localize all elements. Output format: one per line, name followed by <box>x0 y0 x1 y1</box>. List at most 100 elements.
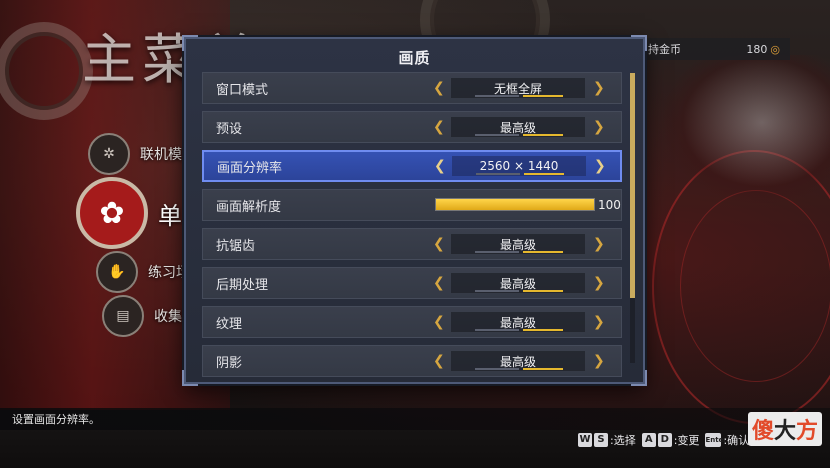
option-indicator <box>475 95 519 97</box>
coin-counter: 持金币 180 ◎ <box>640 38 790 60</box>
arrow-left-icon[interactable]: ❮ <box>433 354 445 368</box>
setting-label: 画面解析度 <box>216 199 282 215</box>
option-indicator <box>475 251 519 253</box>
option-indicator <box>475 290 519 292</box>
arrow-right-icon[interactable]: ❯ <box>593 81 605 95</box>
key-label-text: 确认 <box>727 434 750 447</box>
resolution-scale-slider[interactable] <box>435 198 595 211</box>
coin-label: 持金币 <box>648 43 681 56</box>
key-d-icon: D <box>657 433 672 447</box>
option-indicator-active <box>523 329 563 331</box>
key-w-icon: W <box>578 433 592 447</box>
setting-row[interactable]: 窗口模式 ❮ 无框全屏 ❯ <box>202 72 622 104</box>
hint-bar: 设置画面分辨率。 <box>0 408 830 430</box>
option-indicator-active <box>524 173 564 175</box>
watermark-char: 傻 <box>751 419 774 444</box>
settings-list: 窗口模式 ❮ 无框全屏 ❯ 预设 ❮ 最高级 ❯ 画面分辨率 ❮ 2560 × 1440 ❯ 画面解析度… <box>202 72 622 384</box>
arrow-right-icon[interactable]: ❯ <box>593 276 605 290</box>
arrow-left-icon[interactable]: ❮ <box>433 237 445 251</box>
option-indicator <box>475 134 519 136</box>
setting-value-box: 最高级 <box>451 234 585 254</box>
setting-label: 画面分辨率 <box>217 160 283 176</box>
watermark-logo: 傻 大 方 <box>747 412 822 446</box>
setting-label: 纹理 <box>216 316 243 332</box>
slider-value: 100 <box>598 198 621 212</box>
arrow-left-icon[interactable]: ❮ <box>433 120 445 134</box>
arrow-left-icon[interactable]: ❮ <box>433 276 445 290</box>
option-indicator-active <box>523 290 563 292</box>
arrow-right-icon[interactable]: ❯ <box>594 159 606 173</box>
option-indicator <box>475 329 519 331</box>
key-guide: W S :选择 A D :变更 Enter :确认 <box>578 432 755 448</box>
frame-corner <box>182 370 198 386</box>
character-art <box>660 55 830 205</box>
arrow-right-icon[interactable]: ❯ <box>593 237 605 251</box>
network-icon: ✲ <box>88 133 130 175</box>
side-menu-item-single[interactable]: ✿ 单 <box>76 177 182 249</box>
setting-row[interactable]: 纹理 ❮ 最高级 ❯ <box>202 306 622 338</box>
arrow-left-icon[interactable]: ❮ <box>433 315 445 329</box>
setting-label: 抗锯齿 <box>216 238 256 254</box>
setting-value-box: 2560 × 1440 <box>452 156 586 176</box>
coin-value: 180 <box>746 42 768 56</box>
setting-label: 预设 <box>216 121 243 137</box>
frame-corner <box>631 370 647 386</box>
key-s-icon: S <box>594 433 608 447</box>
side-menu-item-online[interactable]: ✲ 联机模式 <box>88 133 196 175</box>
setting-row[interactable]: 画面解析度 100 <box>202 189 622 221</box>
arrow-right-icon[interactable]: ❯ <box>593 315 605 329</box>
slider-fill <box>436 199 594 210</box>
arrow-left-icon[interactable]: ❮ <box>434 159 446 173</box>
watermark-char: 方 <box>795 419 818 444</box>
setting-value: 2560 × 1440 <box>479 159 559 173</box>
setting-value: 无框全屏 <box>493 81 542 96</box>
setting-label: 窗口模式 <box>216 82 269 98</box>
arrow-left-icon[interactable]: ❮ <box>433 81 445 95</box>
setting-row[interactable]: 阴影 ❮ 最高级 ❯ <box>202 345 622 377</box>
scrollbar[interactable] <box>630 73 635 363</box>
setting-row[interactable]: 预设 ❮ 最高级 ❯ <box>202 111 622 143</box>
option-indicator-active <box>523 368 563 370</box>
key-label-text: 变更 <box>677 434 700 447</box>
side-menu-item-collection[interactable]: ▤ 收集 <box>102 295 182 337</box>
key-label-text: 选择 <box>613 434 636 447</box>
coin-icon: ◎ <box>770 42 780 56</box>
setting-value: 最高级 <box>499 354 536 369</box>
option-indicator-active <box>523 134 563 136</box>
option-indicator-active <box>523 251 563 253</box>
setting-value: 最高级 <box>499 120 536 135</box>
magic-circle-decor <box>680 190 830 382</box>
enter-key-icon: Enter <box>705 433 727 447</box>
key-label-select: :选择 <box>610 434 636 447</box>
arrow-right-icon[interactable]: ❯ <box>593 120 605 134</box>
setting-label: 后期处理 <box>216 277 269 293</box>
watermark-char: 大 <box>773 419 796 444</box>
setting-row[interactable]: 后期处理 ❮ 最高级 ❯ <box>202 267 622 299</box>
hint-text: 设置画面分辨率。 <box>12 413 100 426</box>
arrow-right-icon[interactable]: ❯ <box>593 354 605 368</box>
setting-row[interactable]: 抗锯齿 ❮ 最高级 ❯ <box>202 228 622 260</box>
hand-icon: ✋ <box>96 251 138 293</box>
setting-value: 最高级 <box>499 276 536 291</box>
setting-value: 最高级 <box>499 315 536 330</box>
book-icon: ▤ <box>102 295 144 337</box>
option-indicator-active <box>523 95 563 97</box>
side-menu-label: 收集 <box>154 309 182 325</box>
key-label-change: :变更 <box>673 434 700 447</box>
setting-value-box: 最高级 <box>451 117 585 137</box>
side-menu-item-training[interactable]: ✋ 练习场 <box>96 251 190 293</box>
setting-label: 阴影 <box>216 355 243 371</box>
setting-value-box: 最高级 <box>451 312 585 332</box>
option-indicator <box>475 368 519 370</box>
setting-value-box: 无框全屏 <box>451 78 585 98</box>
key-label-confirm: :确认 <box>723 434 750 447</box>
scrollbar-thumb[interactable] <box>630 73 635 298</box>
graphics-settings-dialog: 画质 窗口模式 ❮ 无框全屏 ❯ 预设 ❮ 最高级 ❯ 画面分辨率 ❮ 2560 × 1440 ❯ 画面… <box>182 35 647 386</box>
coin-value-wrap: 180 ◎ <box>746 43 780 56</box>
rose-icon: ✿ <box>76 177 148 249</box>
setting-value-box: 最高级 <box>451 273 585 293</box>
dialog-title: 画质 <box>398 49 431 67</box>
side-menu-label: 单 <box>158 201 182 230</box>
setting-row[interactable]: 画面分辨率 ❮ 2560 × 1440 ❯ <box>202 150 622 182</box>
setting-value: 最高级 <box>499 237 536 252</box>
